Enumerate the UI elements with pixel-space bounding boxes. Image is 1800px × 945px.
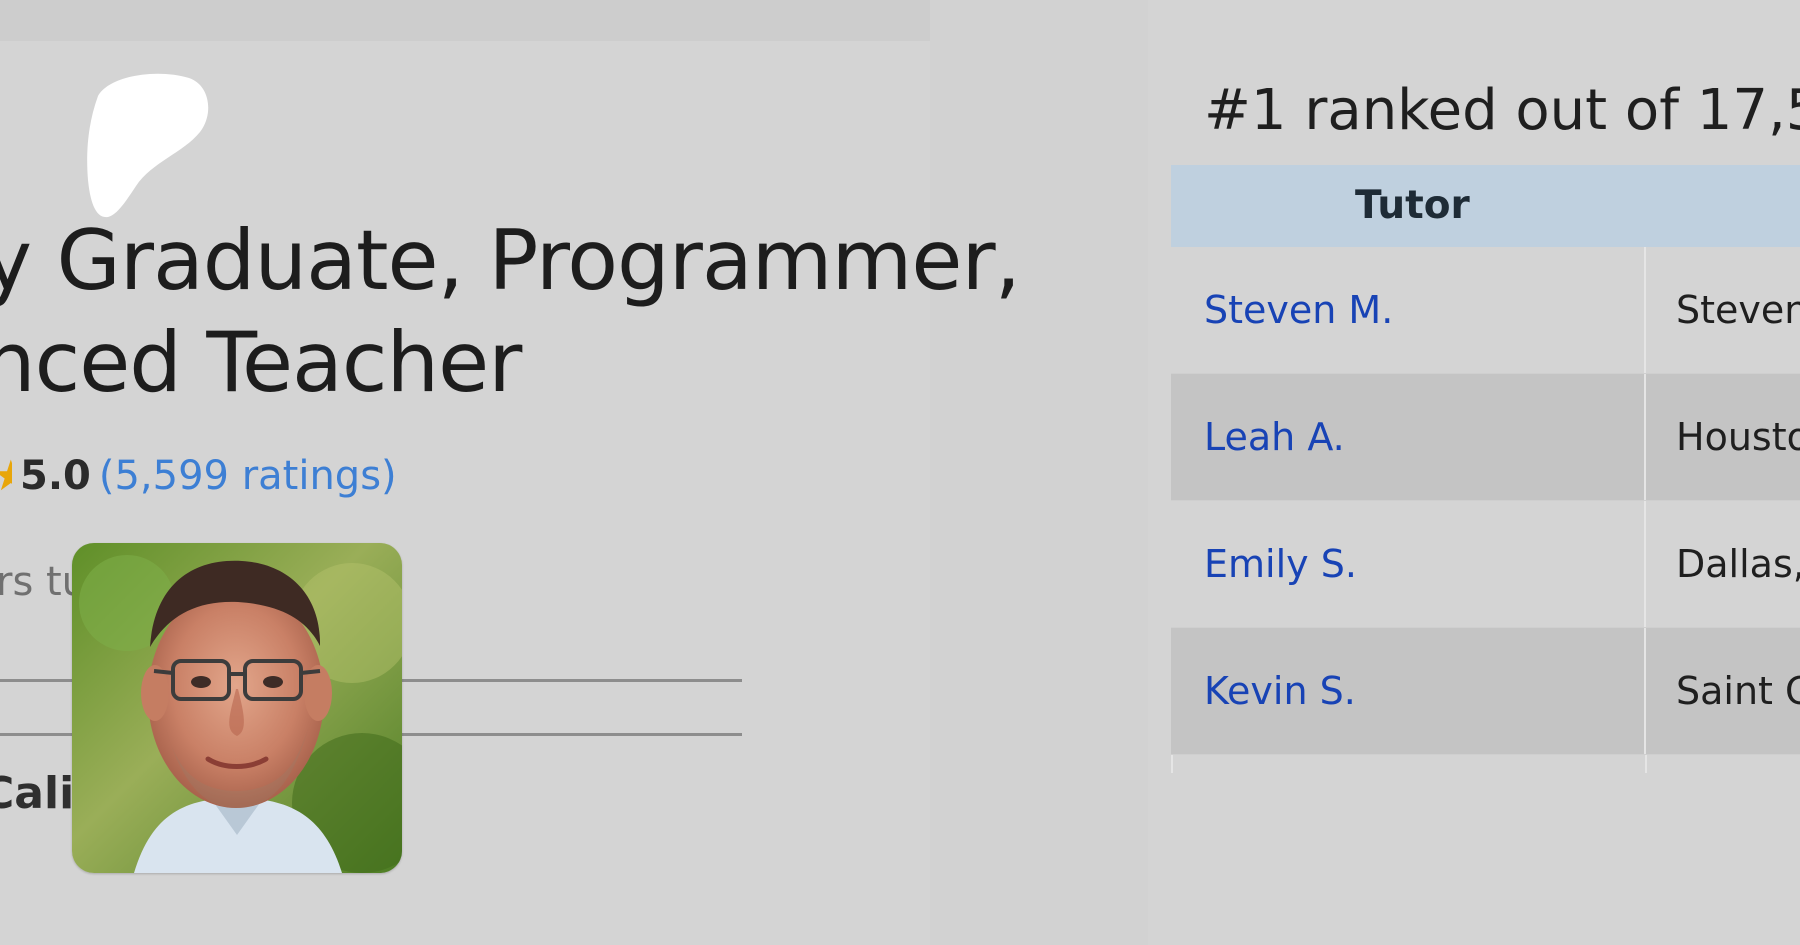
profile-headline-line-2: nced Teacher (0, 314, 522, 411)
tutor-name-link[interactable]: Leah A. (1171, 374, 1646, 500)
profile-headline-line-1: y Graduate, Programmer, (0, 212, 1021, 309)
ranking-title: #1 ranked out of 17,57 (1204, 78, 1800, 143)
tutor-location: Dallas, (1676, 542, 1800, 586)
tutor-profile-screenshot: y Graduate, Programmer, nced Teacher ★ 5… (0, 0, 1800, 945)
tutor-location: Steven (1676, 288, 1800, 332)
table-row: Steven M. Steven (1171, 247, 1800, 374)
tutor-name-link[interactable]: Steven M. (1171, 247, 1646, 373)
column-header-tutor: Tutor (1355, 183, 1470, 228)
table-header: Tutor (1171, 165, 1800, 247)
table-row: Emily S. Dallas, (1171, 501, 1800, 628)
star-icon: ★ (0, 455, 12, 497)
ranking-table: Tutor Steven M. Steven Leah A. Housto Em… (1171, 165, 1800, 773)
table-stub-line (1171, 755, 1173, 773)
tutor-name-link[interactable]: Emily S. (1171, 501, 1646, 627)
ratings-link[interactable]: (5,599 ratings) (99, 453, 397, 499)
table-row: Leah A. Housto (1171, 374, 1800, 501)
ranking-panel: #1 ranked out of 17,57 Tutor Steven M. S… (1148, 0, 1800, 945)
table-stub-line (1645, 755, 1647, 773)
rating-row: ★ 5.0 (5,599 ratings) (0, 451, 397, 501)
brand-logo-icon (78, 70, 211, 218)
tutor-avatar (72, 543, 402, 873)
tutor-name-link[interactable]: Kevin S. (1171, 628, 1646, 754)
table-row: Kevin S. Saint C (1171, 628, 1800, 755)
top-strip (0, 0, 930, 41)
tutor-location: Saint C (1676, 669, 1800, 713)
rating-score: 5.0 (20, 453, 91, 499)
table-stub (1171, 755, 1800, 773)
tutor-location: Housto (1676, 415, 1800, 459)
